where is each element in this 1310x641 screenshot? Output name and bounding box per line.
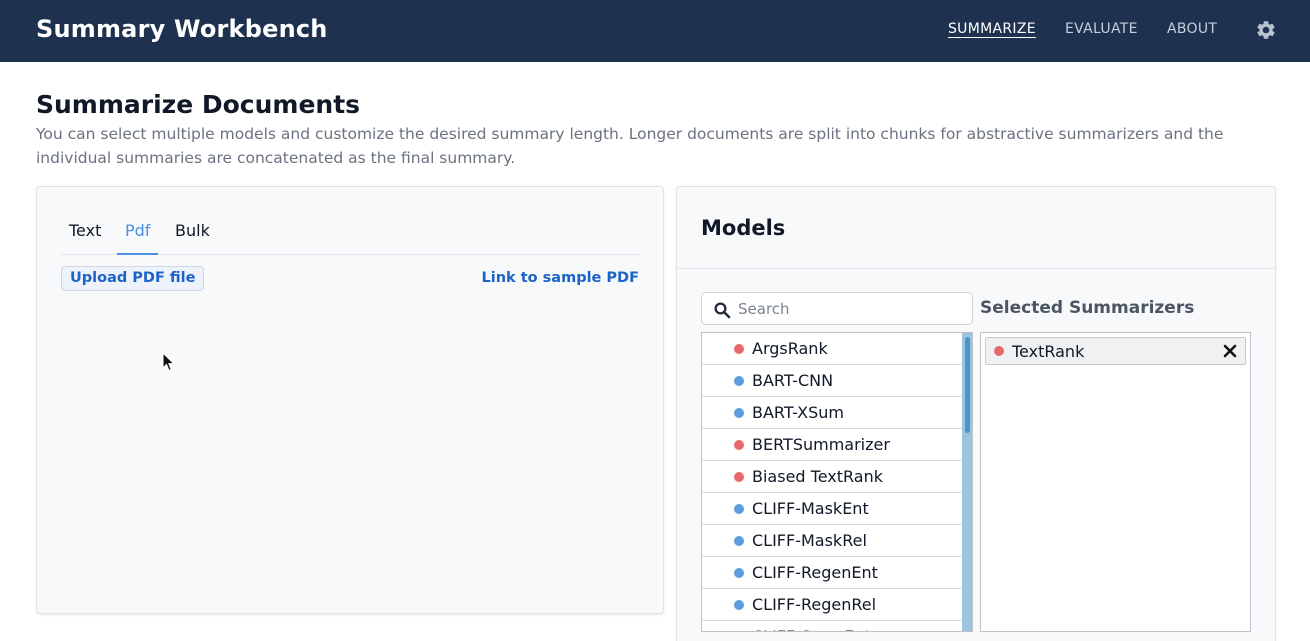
scrollbar-thumb[interactable]	[965, 337, 970, 433]
input-tabs: Text Pdf Bulk	[61, 217, 639, 255]
model-type-dot	[734, 504, 744, 514]
selected-summarizer-label: TextRank	[1012, 342, 1085, 361]
model-type-dot	[734, 376, 744, 386]
model-list-item[interactable]: BART-XSum	[702, 397, 962, 429]
models-header: Models	[677, 187, 1275, 269]
model-type-dot	[994, 346, 1004, 356]
model-type-dot	[734, 408, 744, 418]
model-list-item[interactable]: CLIFF-MaskRel	[702, 525, 962, 557]
nav-about[interactable]: ABOUT	[1167, 21, 1217, 37]
model-list-item[interactable]: CLIFF-RegenEnt	[702, 557, 962, 589]
selected-summarizers-list: TextRank	[980, 332, 1251, 632]
document-input-card: Text Pdf Bulk Upload PDF file Link to sa…	[36, 186, 664, 614]
nav-evaluate[interactable]: EVALUATE	[1065, 21, 1138, 37]
model-type-dot	[734, 568, 744, 578]
model-label: BART-CNN	[752, 371, 834, 390]
tab-pdf[interactable]: Pdf	[117, 221, 159, 255]
model-type-dot	[734, 536, 744, 546]
model-label: CLIFF-RegenEnt	[752, 563, 878, 582]
model-label: BERTSummarizer	[752, 435, 890, 454]
model-label: CLIFF-MaskRel	[752, 531, 867, 550]
model-search-box[interactable]	[701, 292, 973, 325]
top-navbar: Summary Workbench SUMMARIZE EVALUATE ABO…	[0, 0, 1310, 62]
model-type-dot	[734, 600, 744, 610]
sample-pdf-link[interactable]: Link to sample PDF	[482, 270, 640, 286]
model-list-item[interactable]: BART-CNN	[702, 365, 962, 397]
nav-summarize[interactable]: SUMMARIZE	[948, 21, 1036, 37]
model-list-item[interactable]: Biased TextRank	[702, 461, 962, 493]
model-list-item[interactable]: ArgsRank	[702, 333, 962, 365]
search-input[interactable]	[738, 294, 966, 323]
model-label: BART-XSum	[752, 403, 844, 422]
model-label: CLIFF-RegenRel	[752, 595, 877, 614]
model-list-item[interactable]: CLIFF-MaskEnt	[702, 493, 962, 525]
model-list-item[interactable]: CLIFF-SwapEnt	[702, 621, 962, 631]
mouse-cursor-icon	[162, 352, 176, 372]
models-card: Models Selected Summarizers CLIFF-SwapEn…	[676, 186, 1276, 641]
scrollbar[interactable]	[962, 333, 972, 631]
model-list[interactable]: CLIFF-SwapEnt CLIFF-RegenRel CLIFF-RegenEn…	[701, 332, 973, 632]
page-title: Summarize Documents	[36, 90, 361, 119]
tab-text[interactable]: Text	[61, 221, 109, 254]
model-label: Biased TextRank	[752, 467, 883, 486]
app-title[interactable]: Summary Workbench	[36, 15, 328, 43]
search-icon	[714, 302, 731, 319]
tab-bulk[interactable]: Bulk	[167, 221, 218, 254]
gear-icon[interactable]	[1255, 19, 1277, 41]
model-type-dot	[734, 440, 744, 450]
page-description: You can select multiple models and custo…	[36, 125, 1224, 167]
model-list-item[interactable]: CLIFF-RegenRel	[702, 589, 962, 621]
selected-summarizers-title: Selected Summarizers	[980, 298, 1195, 318]
selected-summarizer-chip[interactable]: TextRank	[985, 337, 1246, 365]
model-label: ArgsRank	[752, 339, 828, 358]
model-type-dot	[734, 344, 744, 354]
model-type-dot	[734, 472, 744, 482]
close-icon[interactable]	[1223, 344, 1237, 358]
upload-pdf-button[interactable]: Upload PDF file	[61, 266, 205, 291]
model-label: CLIFF-SwapEnt	[752, 627, 871, 631]
models-title: Models	[701, 216, 786, 240]
model-list-item[interactable]: BERTSummarizer	[702, 429, 962, 461]
model-label: CLIFF-MaskEnt	[752, 499, 869, 518]
